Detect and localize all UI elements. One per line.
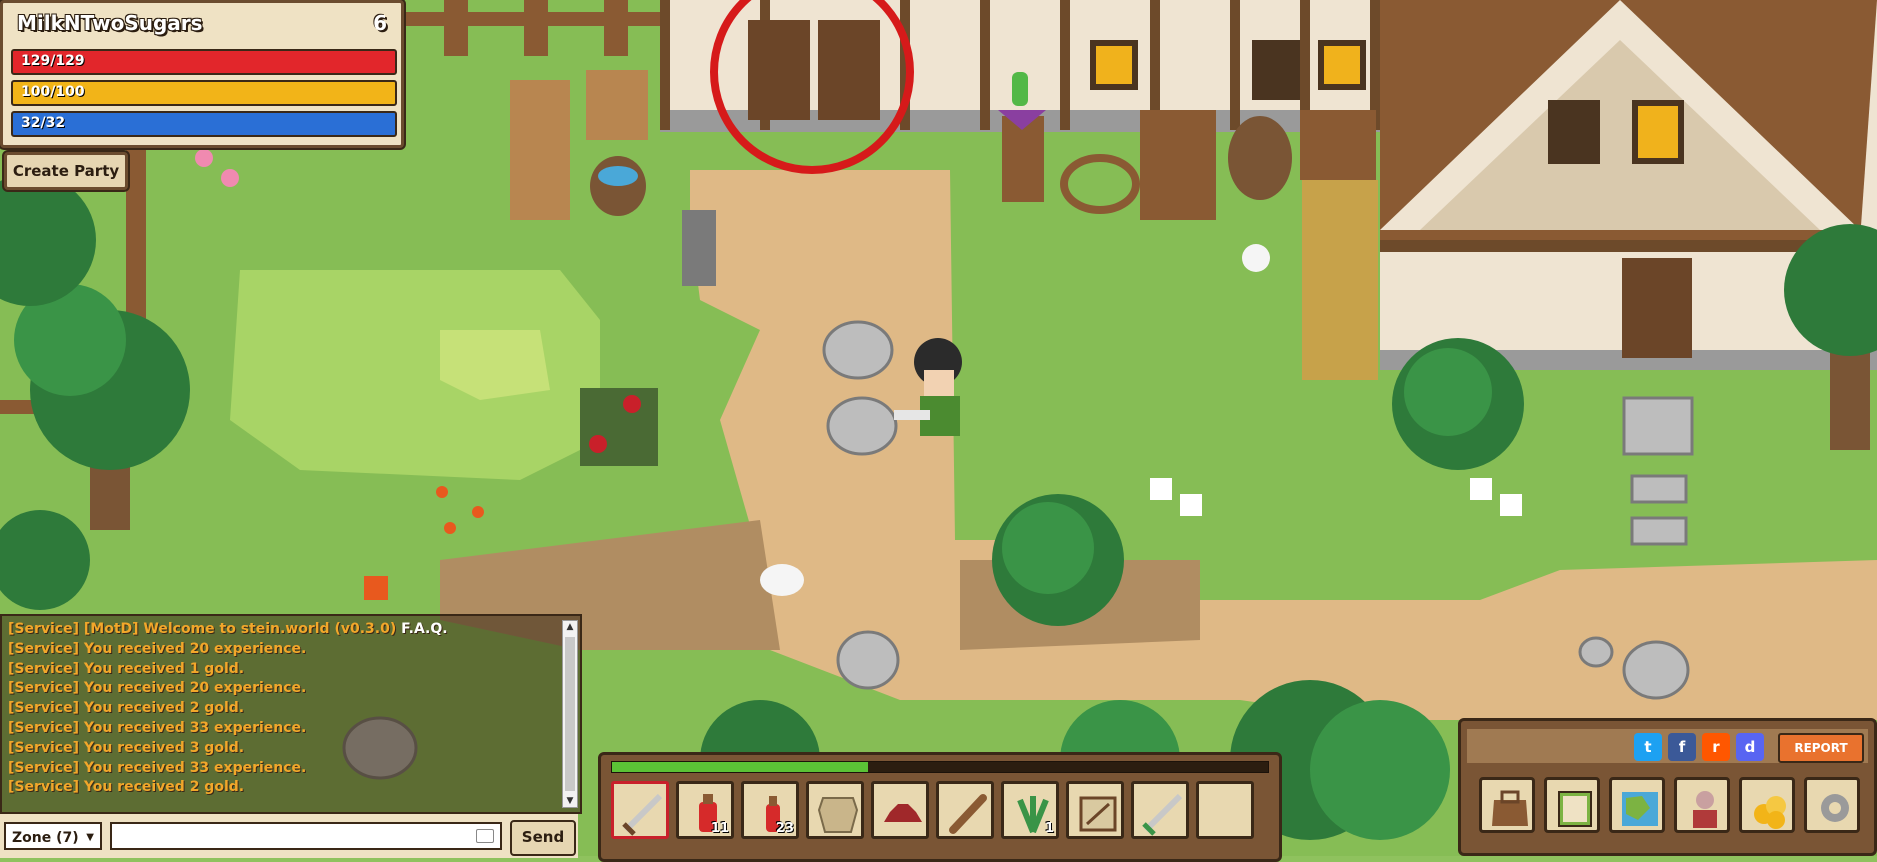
door[interactable] xyxy=(748,20,810,120)
player-status-panel: MilkNTwoSugars 6 129/129 100/100 32/32 xyxy=(0,0,404,148)
gold-button[interactable] xyxy=(1739,777,1795,833)
chat-message: [Service] You received 1 gold. xyxy=(8,660,560,680)
chat-message: [Service] You received 2 gold. xyxy=(8,778,560,798)
chat-message: [Service] You received 33 experience. xyxy=(8,759,560,779)
hotbar-slot-5[interactable] xyxy=(871,781,929,839)
chat-message-text: [Service] You received 3 gold. xyxy=(8,739,245,756)
crates xyxy=(1140,110,1216,220)
chat-message: [Service] You received 2 gold. xyxy=(8,699,560,719)
world-map-icon xyxy=(1622,792,1658,826)
chat-message-text: [Service] You received 1 gold. xyxy=(8,660,245,677)
gold-icon xyxy=(1754,796,1786,829)
chevron-down-icon: ▼ xyxy=(86,832,94,843)
quest-book-icon xyxy=(1558,791,1592,827)
chat-message: [Service] You received 3 gold. xyxy=(8,739,560,759)
twitter-icon[interactable]: t xyxy=(1634,733,1662,761)
hotbar-slot-4[interactable] xyxy=(806,781,864,839)
hotbar-slot-10[interactable] xyxy=(1196,781,1254,839)
social-links: t f r d REPORT xyxy=(1467,729,1868,763)
item-count: 11 xyxy=(710,821,729,836)
hat-icon xyxy=(884,804,922,822)
chat-message-text: [Service] You received 2 gold. xyxy=(8,779,245,796)
chat-message-text: [Service] You received 33 experience. xyxy=(8,759,307,776)
chat-input-bar: Zone (7) ▼ Send xyxy=(0,812,578,858)
armor-icon xyxy=(817,797,859,833)
reddit-icon[interactable]: r xyxy=(1702,733,1730,761)
chat-log[interactable]: [Service] [MotD] Welcome to stein.world … xyxy=(0,614,582,814)
log-pile xyxy=(510,80,570,220)
chat-message-text: [Service] You received 20 experience. xyxy=(8,640,307,657)
keyboard-icon xyxy=(476,829,494,843)
zone-select[interactable]: Zone (7) ▼ xyxy=(4,822,102,850)
chat-message-text: [Service] You received 20 experience. xyxy=(8,680,307,697)
chat-input[interactable] xyxy=(110,822,502,850)
experience-bar-fill xyxy=(612,762,868,772)
cat-npc xyxy=(682,210,716,286)
chat-message-text: [Service] You received 33 experience. xyxy=(8,719,307,736)
hay-bale xyxy=(1302,180,1378,380)
hotbar-slot-3[interactable]: 23 xyxy=(741,781,799,839)
send-button[interactable]: Send xyxy=(510,820,576,856)
item-count: 1 xyxy=(1044,821,1054,836)
sword-icon xyxy=(622,793,663,836)
menu-panel: t f r d REPORT xyxy=(1458,718,1877,856)
experience-bar xyxy=(611,761,1269,773)
chicken xyxy=(760,564,804,596)
faq-link[interactable]: F.A.Q. xyxy=(401,621,447,637)
hotbar-slot-7[interactable]: 1 xyxy=(1001,781,1059,839)
hotbar: 11 23 1 xyxy=(598,752,1282,862)
chat-message-text: [Service] You received 2 gold. xyxy=(8,700,245,717)
health-bar: 129/129 xyxy=(11,49,397,75)
mana-label: 32/32 xyxy=(21,115,66,131)
scroll-thumb[interactable] xyxy=(565,637,575,791)
hotbar-slot-1[interactable] xyxy=(611,781,669,839)
mana-bar: 32/32 xyxy=(11,111,397,137)
health-label: 129/129 xyxy=(21,53,85,69)
barrel xyxy=(1228,116,1292,200)
player-name: MilkNTwoSugars xyxy=(17,11,203,35)
hotbar-slot-6[interactable] xyxy=(936,781,994,839)
create-party-button[interactable]: Create Party xyxy=(4,152,128,190)
hotbar-slot-8[interactable] xyxy=(1066,781,1124,839)
hotbar-slot-2[interactable]: 11 xyxy=(676,781,734,839)
green-sword-icon xyxy=(1142,793,1183,836)
hotbar-slot-9[interactable] xyxy=(1131,781,1189,839)
chat-message: [Service] You received 20 experience. xyxy=(8,679,560,699)
chat-scrollbar[interactable]: ▲ ▼ xyxy=(562,620,578,808)
world-map-button[interactable] xyxy=(1609,777,1665,833)
chicken xyxy=(1242,244,1270,272)
character-button[interactable] xyxy=(1674,777,1730,833)
quest-book-button[interactable] xyxy=(1544,777,1600,833)
item-count: 23 xyxy=(775,821,794,836)
facebook-icon[interactable]: f xyxy=(1668,733,1696,761)
stamina-label: 100/100 xyxy=(21,84,85,100)
discord-icon[interactable]: d xyxy=(1736,733,1764,761)
report-button[interactable]: REPORT xyxy=(1778,733,1864,763)
chat-lines: [Service] [MotD] Welcome to stein.world … xyxy=(8,620,560,798)
chat-message: [Service] [MotD] Welcome to stein.world … xyxy=(8,620,560,640)
zone-select-label: Zone (7) xyxy=(12,830,79,846)
chat-message: [Service] You received 33 experience. xyxy=(8,719,560,739)
character-icon xyxy=(1693,791,1717,828)
inventory-bag-button[interactable] xyxy=(1479,777,1535,833)
scroll-up-arrow-icon[interactable]: ▲ xyxy=(563,621,577,633)
door[interactable] xyxy=(818,20,880,120)
settings-gear-icon xyxy=(1821,794,1849,822)
map-scroll-icon xyxy=(1079,796,1117,832)
firewood xyxy=(586,70,648,140)
door[interactable] xyxy=(1622,258,1692,358)
chat-message: [Service] You received 20 experience. xyxy=(8,640,560,660)
mana-bar-fill xyxy=(13,113,395,135)
chat-message-text: [Service] [MotD] Welcome to stein.world … xyxy=(8,621,402,637)
quest-marker-icon xyxy=(1012,72,1028,106)
inventory-bag-icon xyxy=(1492,790,1528,826)
settings-gear-button[interactable] xyxy=(1804,777,1860,833)
scroll-down-arrow-icon[interactable]: ▼ xyxy=(563,795,577,807)
player-level: 6 xyxy=(373,11,387,35)
club-icon xyxy=(949,794,987,834)
tilled-soil xyxy=(580,388,658,466)
stamina-bar: 100/100 xyxy=(11,80,397,106)
